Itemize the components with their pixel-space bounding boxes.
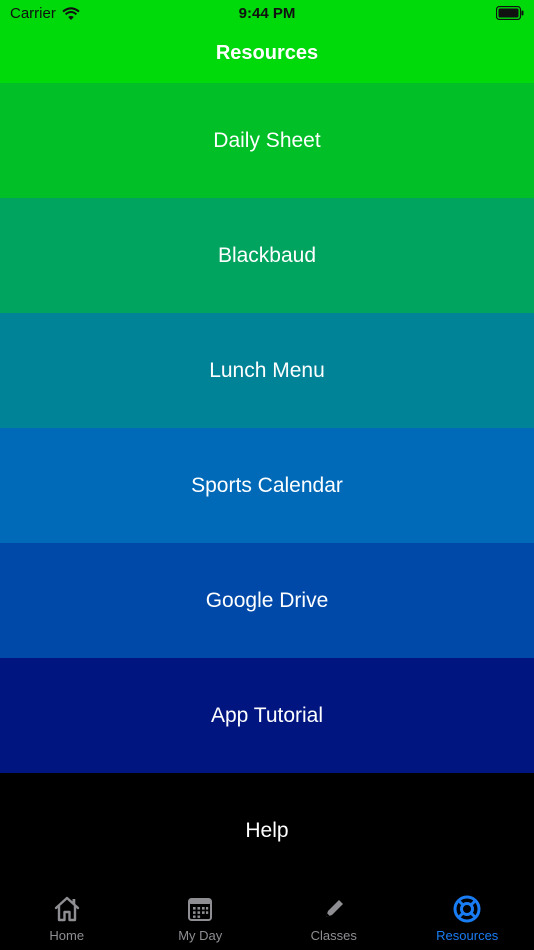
- tab-my-day[interactable]: My Day: [134, 886, 268, 950]
- menu-item-lunch-menu[interactable]: Lunch Menu: [0, 313, 534, 428]
- header: Carrier 9:44 PM Resources: [0, 0, 534, 83]
- menu-item-label: Daily Sheet: [213, 128, 321, 152]
- menu-item-help[interactable]: Help: [0, 773, 534, 888]
- menu-item-label: Lunch Menu: [209, 358, 325, 382]
- menu-item-label: Help: [245, 818, 289, 842]
- tab-label: Classes: [310, 928, 357, 943]
- status-time: 9:44 PM: [238, 5, 296, 22]
- menu-item-label: Sports Calendar: [191, 473, 343, 497]
- app-screen: Carrier 9:44 PM Resources Daily Sheet Bl…: [0, 0, 534, 950]
- menu-item-app-tutorial[interactable]: App Tutorial: [0, 658, 534, 773]
- tab-resources[interactable]: Resources: [401, 886, 534, 950]
- tab-label: Home: [49, 928, 85, 943]
- status-bar: Carrier 9:44 PM: [0, 0, 534, 28]
- tab-label: My Day: [178, 928, 223, 943]
- house-icon: [54, 896, 79, 922]
- page-title: Resources: [215, 42, 319, 64]
- menu-item-daily-sheet[interactable]: Daily Sheet: [0, 83, 534, 198]
- menu-item-label: Google Drive: [205, 588, 329, 612]
- resources-menu: Daily Sheet Blackbaud Lunch Menu Sports …: [0, 83, 534, 888]
- menu-item-google-drive[interactable]: Google Drive: [0, 543, 534, 658]
- menu-item-label: Blackbaud: [217, 243, 317, 267]
- tab-home[interactable]: Home: [0, 886, 134, 950]
- pencil-icon: [325, 900, 343, 917]
- calendar-icon: [188, 898, 213, 921]
- tab-label: Resources: [436, 928, 499, 943]
- tab-classes[interactable]: Classes: [267, 886, 401, 950]
- tab-bar: Home My Day Classes Resources: [0, 886, 534, 950]
- menu-item-sports-calendar[interactable]: Sports Calendar: [0, 428, 534, 543]
- battery-icon: [496, 6, 524, 20]
- menu-item-blackbaud[interactable]: Blackbaud: [0, 198, 534, 313]
- lifebuoy-icon: [453, 895, 481, 923]
- menu-item-label: App Tutorial: [210, 703, 324, 727]
